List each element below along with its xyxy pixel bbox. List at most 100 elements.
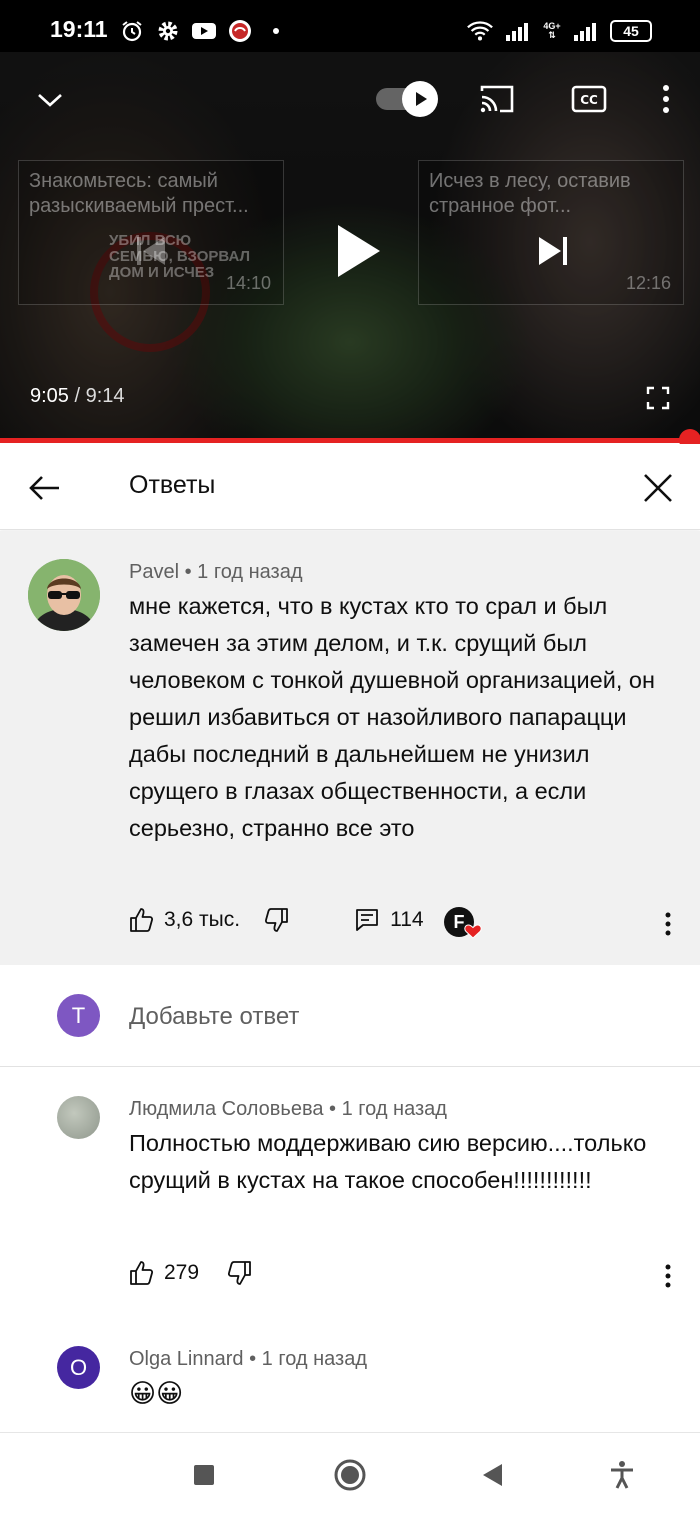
progress-bar[interactable] bbox=[0, 429, 700, 451]
skip-next-icon bbox=[539, 237, 567, 265]
closed-captions-icon: CC bbox=[571, 85, 607, 113]
comment-time: 1 год назад bbox=[261, 1348, 368, 1370]
back-nav-button[interactable] bbox=[470, 1453, 514, 1497]
thumb-up-icon bbox=[130, 1261, 154, 1285]
end-screen-duration-right: 12:16 bbox=[625, 273, 671, 293]
like-button[interactable]: 3,6 тыс. bbox=[128, 907, 240, 933]
comment-time: 1 год назад bbox=[197, 561, 303, 583]
comment-meta: Pavel • 1 год назад bbox=[129, 561, 303, 583]
app-icon bbox=[226, 18, 254, 44]
system-nav-bar bbox=[0, 1432, 700, 1517]
status-time: 19:11 bbox=[50, 16, 108, 42]
more-vert-icon bbox=[665, 1264, 671, 1288]
like-button[interactable]: 279 bbox=[128, 1260, 199, 1286]
signal-icon bbox=[572, 18, 600, 44]
comment-actions: 3,6 тыс. 114 bbox=[128, 907, 424, 933]
comment-text: мне кажется, что в кустах кто то срал и … bbox=[129, 593, 655, 841]
parent-comment: Pavel • 1 год назад мне кажется, что в к… bbox=[0, 531, 700, 965]
comment-time: 1 год назад bbox=[341, 1098, 447, 1120]
progress-fill bbox=[0, 438, 690, 443]
home-button[interactable] bbox=[328, 1453, 372, 1497]
heart-icon bbox=[464, 924, 482, 939]
comment-text: Полностью моддерживаю сию версию....толь… bbox=[129, 1130, 647, 1193]
avatar: T bbox=[57, 994, 100, 1037]
svg-text:CC: CC bbox=[580, 93, 598, 107]
comment-text: 😀😀 bbox=[129, 1378, 184, 1408]
comment-icon bbox=[356, 909, 378, 931]
accessibility-icon bbox=[611, 1461, 633, 1489]
comment-more-button[interactable] bbox=[656, 904, 680, 944]
reply-count: 114 bbox=[390, 908, 424, 931]
accessibility-button[interactable] bbox=[600, 1453, 644, 1497]
thumb-down-icon bbox=[228, 1261, 251, 1285]
reply-item: O Olga Linnard • 1 год назад 😀😀 bbox=[0, 1318, 700, 1430]
end-screen-duration-left: 14:10 bbox=[225, 273, 271, 293]
avatar[interactable] bbox=[57, 1096, 100, 1139]
play-icon bbox=[338, 225, 380, 277]
fullscreen-button[interactable] bbox=[640, 380, 676, 416]
comment-more-button[interactable] bbox=[656, 1256, 680, 1296]
previous-button[interactable] bbox=[122, 222, 180, 280]
end-screen-title-right: Исчез в лесу, оставив странное фот... bbox=[429, 170, 631, 217]
signal-icon bbox=[504, 18, 532, 44]
autoplay-toggle[interactable] bbox=[372, 78, 442, 120]
creator-heart: F bbox=[444, 907, 484, 947]
replies-header: Ответы bbox=[0, 444, 700, 530]
reply-item: Людмила Соловьева • 1 год назад Полность… bbox=[0, 1068, 700, 1308]
thumb-up-icon bbox=[130, 908, 154, 932]
play-button[interactable] bbox=[318, 208, 398, 294]
collapse-player-button[interactable] bbox=[30, 80, 70, 120]
comment-author[interactable]: Olga Linnard bbox=[129, 1348, 244, 1370]
recents-button[interactable] bbox=[182, 1453, 226, 1497]
more-vert-icon bbox=[665, 912, 671, 936]
avatar[interactable]: O bbox=[57, 1346, 100, 1389]
battery-level: 45 bbox=[623, 23, 639, 39]
skip-previous-icon bbox=[137, 237, 165, 265]
arrow-back-icon bbox=[29, 476, 59, 500]
close-icon bbox=[644, 474, 672, 502]
play-icon bbox=[402, 81, 438, 117]
add-reply-input[interactable]: Добавьте ответ bbox=[129, 1003, 299, 1031]
video-player[interactable]: Знакомьтесь: самый разыскиваемый прест..… bbox=[0, 52, 700, 442]
close-button[interactable] bbox=[634, 464, 682, 512]
next-button[interactable] bbox=[524, 222, 582, 280]
total-time: 9:14 bbox=[85, 385, 125, 407]
home-icon bbox=[334, 1459, 366, 1491]
end-screen-title-left: Знакомьтесь: самый разыскиваемый прест..… bbox=[29, 170, 249, 217]
fullscreen-icon bbox=[646, 386, 670, 410]
comment-meta: Людмила Соловьева • 1 год назад bbox=[129, 1098, 447, 1120]
battery-icon: 45 bbox=[610, 20, 652, 42]
comment-actions: 279 bbox=[128, 1260, 253, 1286]
reply-button[interactable]: 114 bbox=[354, 907, 424, 933]
like-count: 3,6 тыс. bbox=[164, 908, 241, 931]
thumb-down-icon bbox=[265, 908, 288, 932]
alarm-icon bbox=[118, 18, 146, 44]
recents-icon bbox=[194, 1465, 214, 1485]
replies-title: Ответы bbox=[129, 471, 216, 499]
add-reply-row[interactable]: T Добавьте ответ bbox=[0, 965, 700, 1067]
user-photo-icon bbox=[28, 559, 100, 631]
youtube-icon bbox=[190, 18, 218, 44]
more-vert-icon bbox=[663, 85, 669, 113]
network-type-icon: 4G+ ⇅ bbox=[543, 21, 561, 40]
player-more-button[interactable] bbox=[648, 76, 684, 122]
dislike-button[interactable] bbox=[264, 907, 290, 933]
back-icon bbox=[483, 1464, 502, 1486]
wifi-icon bbox=[466, 18, 494, 44]
time-separator: / bbox=[68, 385, 86, 407]
back-button[interactable] bbox=[22, 466, 66, 510]
dot-icon bbox=[262, 18, 290, 44]
like-count: 279 bbox=[164, 1261, 200, 1284]
current-time: 9:05 bbox=[30, 385, 69, 407]
dislike-button[interactable] bbox=[227, 1260, 253, 1286]
time-display: 9:05 / 9:14 bbox=[30, 385, 125, 408]
comment-meta: Olga Linnard • 1 год назад bbox=[129, 1348, 368, 1370]
chevron-down-icon bbox=[38, 94, 62, 107]
cast-button[interactable] bbox=[474, 76, 520, 122]
cast-icon bbox=[480, 85, 514, 113]
comment-author[interactable]: Pavel bbox=[129, 561, 179, 583]
avatar[interactable] bbox=[28, 559, 100, 631]
gear-icon bbox=[154, 18, 182, 44]
captions-button[interactable]: CC bbox=[566, 76, 612, 122]
comment-author[interactable]: Людмила Соловьева bbox=[129, 1098, 323, 1120]
